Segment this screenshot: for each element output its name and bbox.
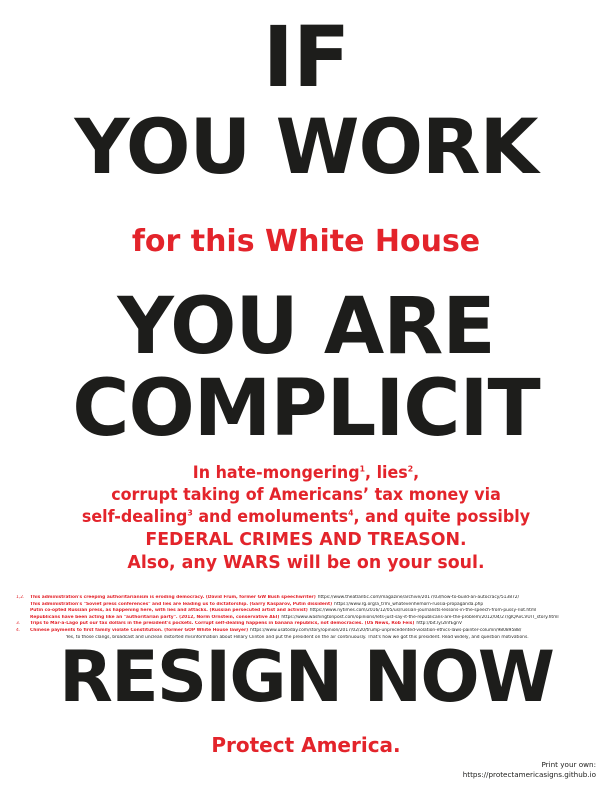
protect-america-text: Protect America. (211, 733, 401, 757)
headline-you-are: YOU ARE (117, 282, 495, 372)
print-label: Print your own: (541, 760, 596, 769)
footnote-link[interactable]: http://bit.ly/2lnfEgnV (416, 621, 462, 628)
footnote-link[interactable]: https://www.rg.org/a_trmi_whatevenhemorn… (334, 602, 483, 609)
headline-you-work: YOU WORK (74, 102, 539, 191)
print-url-link[interactable]: https://protectamericasigns.github.io (463, 770, 596, 780)
footnote-number: 1,2. (16, 595, 25, 600)
resign-now-heading: RESIGN NOW (59, 636, 555, 718)
footnote-number: 3. (16, 621, 21, 627)
footnote-link[interactable]: https://www.theatlantic.com/magazine/arc… (318, 595, 519, 602)
body-line-3-a: self-dealing (81, 507, 188, 526)
footnote-text: Trips to Mar-a-Lago put our tax dollars … (30, 621, 415, 627)
footnote-text: Putin co-opted Russian press, as happeni… (30, 608, 308, 614)
body-line-1-c: , (413, 463, 420, 482)
footnote-item: Putin co-opted Russian press, as happeni… (16, 608, 601, 615)
footnote-text: This administration's creeping authorita… (30, 595, 316, 600)
headline-if: IF (262, 8, 351, 106)
footnotes: 1,2. This administration's creeping auth… (16, 595, 601, 641)
footnote-text: Chinese payments to first family violate… (30, 627, 249, 633)
headline-subline: for this White House (131, 224, 481, 259)
body-line-4: FEDERAL CRIMES AND TREASON. (145, 529, 467, 550)
footnote-item: Republicans have been acting like an "au… (16, 615, 601, 622)
body-line-3-c: , and quite possibly (353, 507, 531, 526)
footnote-item: This administration's "Soviet press conf… (16, 602, 601, 609)
body-line-3: self-dealing3 and emoluments4, and quite… (11, 506, 601, 528)
body-text: In hate-mongering1, lies2, corrupt takin… (11, 462, 601, 574)
headline-complicit: COMPLICIT (72, 364, 541, 454)
footnote-number: 4. (16, 627, 21, 633)
footnote-number (16, 602, 30, 609)
footnote-link[interactable]: https://www.nytimes.com/2016/12/05/us/ru… (310, 608, 537, 615)
body-line-3-b: and emoluments (192, 507, 349, 526)
footnote-item: 4. Chinese payments to first family viol… (16, 628, 601, 635)
body-line-1: In hate-mongering1, lies2, (11, 462, 601, 484)
footnote-number (16, 615, 30, 622)
footnote-text: Republicans have been acting like an "au… (30, 614, 280, 620)
print-your-own: Print your own: https://protectamericasi… (463, 760, 596, 779)
footnote-link[interactable]: https://www.usatoday.com/story/opinion/2… (250, 628, 521, 635)
body-line-5: Also, any WARS will be on your soul. (127, 552, 485, 573)
body-line-1-a: In hate-mongering (192, 463, 360, 482)
footnote-item: 3. Trips to Mar-a-Lago put our tax dolla… (16, 621, 601, 628)
body-line-1-b: , lies (365, 463, 408, 482)
footnote-item: 1,2. This administration's creeping auth… (16, 595, 601, 602)
body-line-2: corrupt taking of Americans’ tax money v… (111, 485, 501, 504)
footnote-text: This administration's "Soviet press conf… (30, 601, 333, 607)
footnote-number (16, 608, 30, 615)
footnote-link[interactable]: https://www.washingtonpost.com/opinions/… (281, 615, 558, 622)
